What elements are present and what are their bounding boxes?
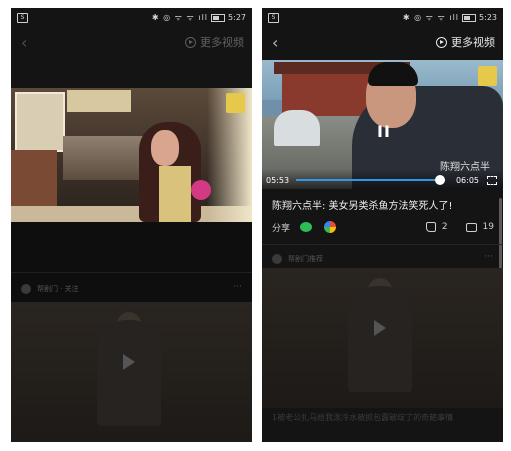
top-bar: ‹ 更多视频 xyxy=(262,27,503,57)
more-options-icon: ··· xyxy=(233,282,242,292)
status-bar: S ✱ ◎ ᯤ ᯤ ıll 5:27 xyxy=(11,8,252,27)
moments-share-icon[interactable] xyxy=(324,221,337,233)
status-bar: S ✱ ◎ ᯤ ᯤ ıll 5:23 xyxy=(262,8,503,27)
right-screen: S ✱ ◎ ᯤ ᯤ ıll 5:23 ‹ 更多视频 II 陈翔六点半 05:53 xyxy=(262,8,503,442)
play-icon xyxy=(374,320,386,336)
fullscreen-icon[interactable] xyxy=(487,176,497,185)
seek-handle[interactable] xyxy=(435,175,446,185)
comment-icon[interactable] xyxy=(465,222,477,232)
more-videos-label: 更多视频 xyxy=(451,36,495,49)
avatar xyxy=(272,254,282,264)
feed-author: 帮剧门 · 关注 xyxy=(37,285,79,293)
battery-icon xyxy=(462,13,477,22)
video-player[interactable]: II 陈翔六点半 05:53 06:05 xyxy=(262,60,503,189)
seek-bar[interactable] xyxy=(296,175,446,185)
dimmed-feed: 帮剧门 · 关注 ··· xyxy=(11,222,252,442)
battery-icon xyxy=(211,13,226,22)
notification-icon: S xyxy=(17,12,28,23)
comment-count: 19 xyxy=(482,222,494,232)
status-time: 5:27 xyxy=(228,13,246,22)
avatar xyxy=(21,284,31,294)
wechat-share-icon[interactable] xyxy=(300,222,313,232)
more-videos-button[interactable]: 更多视频 xyxy=(185,34,244,50)
current-time: 05:53 xyxy=(266,176,290,185)
action-bar: 分享 2 19 xyxy=(272,218,494,236)
more-videos-button[interactable]: 更多视频 xyxy=(436,34,495,50)
back-icon[interactable]: ‹ xyxy=(21,33,27,52)
status-icons: ✱ ◎ ᯤ ᯤ ıll xyxy=(151,13,209,22)
play-circle-icon xyxy=(185,36,196,48)
total-time: 06:05 xyxy=(455,176,479,185)
feed-author-row: 帮剧门推荐 xyxy=(272,254,323,264)
channel-badge-icon xyxy=(478,66,497,86)
feed-author: 帮剧门推荐 xyxy=(288,255,323,263)
feed-thumbnail xyxy=(11,302,252,442)
more-videos-label: 更多视频 xyxy=(200,36,244,49)
pause-button[interactable]: II xyxy=(377,122,391,141)
more-options-icon: ··· xyxy=(484,252,493,262)
like-count: 2 xyxy=(441,222,448,232)
back-icon[interactable]: ‹ xyxy=(272,33,278,52)
like-icon[interactable] xyxy=(425,222,436,232)
share-label: 分享 xyxy=(272,223,291,234)
feed-title: 1被老公扎马给我泼冷水被抓包露破绽了的奇葩事情 xyxy=(272,413,454,422)
video-title: 陈翔六点半: 美女另类杀鱼方法笑死人了! xyxy=(272,201,453,212)
status-icons: ✱ ◎ ᯤ ᯤ ıll xyxy=(402,13,460,22)
left-screen: S ✱ ◎ ᯤ ᯤ ıll 5:27 ‹ 更多视频 帮剧门 · 关注 ··· xyxy=(11,8,252,442)
play-icon xyxy=(123,354,135,370)
feed-author-row: 帮剧门 · 关注 xyxy=(21,284,79,294)
top-bar: ‹ 更多视频 xyxy=(11,27,252,57)
channel-logo-icon xyxy=(191,180,211,200)
play-circle-icon xyxy=(436,36,447,48)
channel-badge-icon xyxy=(226,93,245,113)
video-player[interactable] xyxy=(11,88,252,222)
notification-icon: S xyxy=(268,12,279,23)
seek-bar-fill xyxy=(296,179,441,181)
status-time: 5:23 xyxy=(479,13,497,22)
feed-thumbnail xyxy=(262,268,503,408)
player-controls: 05:53 06:05 xyxy=(262,169,503,189)
